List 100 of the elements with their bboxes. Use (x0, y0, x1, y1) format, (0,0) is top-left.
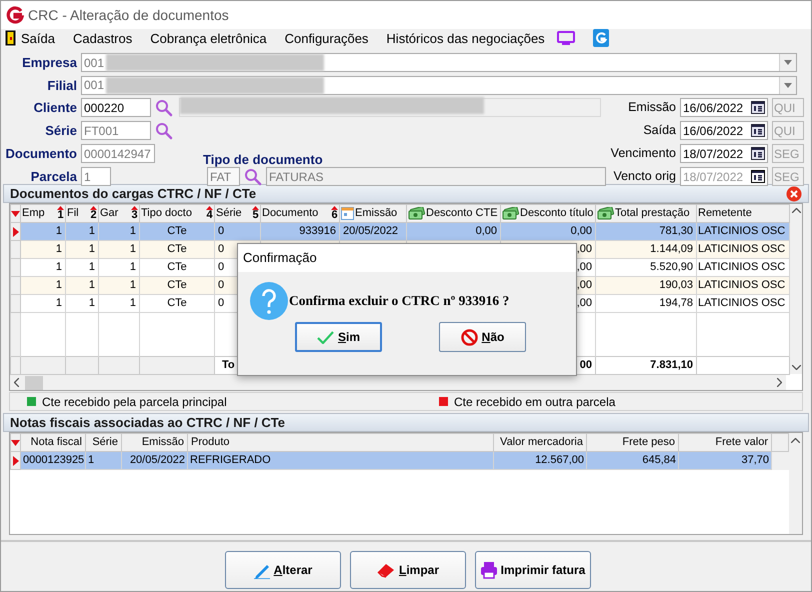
vertical-scrollbar[interactable] (789, 433, 802, 534)
eraser-icon (376, 562, 396, 578)
dialog-button[interactable]: Não (439, 322, 526, 352)
row-header-cell[interactable] (10, 222, 20, 240)
sort-number: 5 (252, 210, 259, 221)
sort-menu-icon (11, 440, 20, 446)
money-icon (502, 207, 519, 220)
header-label: Fil (67, 206, 79, 222)
caret-icon (784, 82, 792, 88)
input-field[interactable]: FAT (207, 167, 240, 186)
vertical-scrollbar[interactable] (790, 204, 802, 374)
header-label: Desconto título (520, 206, 594, 222)
row-header-cell[interactable] (10, 258, 20, 276)
menu-item[interactable]: Configurações (284, 32, 368, 44)
date-field[interactable]: 16/06/2022 (680, 98, 768, 117)
weekday-field: QUI (772, 121, 804, 140)
row-header-cell[interactable] (10, 294, 20, 312)
dropdown-field[interactable]: 001 (81, 53, 797, 72)
horizontal-scrollbar[interactable] (10, 375, 786, 390)
dialog-button[interactable]: Sim (295, 322, 382, 352)
column-header[interactable]: Emissão (340, 204, 406, 222)
row-marker-icon (12, 456, 18, 466)
question-icon (250, 282, 288, 320)
close-button[interactable] (786, 186, 802, 202)
header-label: Emp (22, 206, 45, 222)
field-label: Série (44, 122, 77, 140)
field-label: Filial (46, 76, 77, 94)
dropdown-button[interactable] (779, 54, 796, 72)
sort-number: 4 (206, 210, 213, 221)
field-label: Empresa (21, 54, 77, 72)
scroll-up-icon (791, 438, 800, 443)
column-header[interactable]: Série 5 (214, 204, 260, 222)
panel-title: Notas fiscais associadas ao CTRC / NF / CTe (10, 414, 286, 432)
column-header[interactable]: Total prestação (596, 204, 696, 222)
total-cell: 7.831,10 (650, 359, 693, 372)
sort-arrow-icon (206, 206, 213, 210)
dropdown-field[interactable]: 001 (81, 76, 797, 95)
menu-item[interactable]: Cadastros (72, 32, 132, 44)
calendar-icon (751, 170, 765, 183)
column-header[interactable]: Frete peso (586, 434, 678, 452)
column-header[interactable]: Documento 6 (260, 204, 340, 222)
menu-item[interactable]: Saída (5, 30, 55, 46)
column-header[interactable]: Desconto CTE (406, 204, 500, 222)
action-button[interactable]: Imprimir fatura (474, 551, 590, 589)
window-title: CRC - Alteração de documentos (28, 6, 229, 25)
header-label: Desconto CTE (426, 206, 498, 222)
table-cell: 194,78 (596, 294, 696, 312)
column-header[interactable]: Gar 3 (98, 204, 140, 222)
field-label: Emissão (627, 99, 676, 116)
date-field[interactable]: 16/06/2022 (680, 121, 768, 140)
row-header-cell[interactable] (10, 240, 20, 258)
column-header[interactable]: Valor mercadoria (494, 434, 586, 452)
column-header[interactable]: Produto (188, 434, 494, 452)
sort-number: 3 (131, 210, 138, 221)
table-cell: 20/05/2022 (122, 452, 188, 470)
menu-item[interactable]: Cobrança eletrônica (150, 32, 267, 44)
calendar-icon (751, 147, 765, 160)
total-label: To (222, 359, 235, 372)
sort-arrow-icon (90, 206, 97, 210)
row-header-cell[interactable] (10, 276, 20, 294)
table-row[interactable]: 0000123925 1 20/05/2022 REFRIGERADO 12.567,00 645,84 37,70 (10, 452, 788, 470)
scroll-down-icon (792, 365, 800, 370)
calendar-icon (751, 101, 765, 114)
column-header[interactable]: Tipo docto 4 (140, 204, 214, 222)
input-field[interactable]: FATURAS (266, 167, 606, 186)
legend-label: Cte recebido em outra parcela (454, 394, 616, 410)
sort-number: 2 (90, 210, 97, 221)
field-label: Vencimento (610, 145, 676, 162)
scrollbar-thumb[interactable] (25, 376, 43, 390)
field-label: Saída (642, 122, 676, 140)
column-header[interactable]: Emp 1 (20, 204, 66, 222)
header-label: Gar (100, 206, 118, 222)
column-header[interactable] (10, 204, 20, 222)
column-header[interactable]: Série (86, 434, 122, 452)
date-field[interactable]: 18/07/2022 (680, 144, 768, 163)
total-cell: 00 (580, 359, 592, 372)
column-header[interactable]: Frete valor (678, 434, 772, 452)
column-header[interactable]: Fil 2 (66, 204, 98, 222)
column-header[interactable]: Emissão (122, 434, 188, 452)
column-header[interactable]: Desconto título (500, 204, 596, 222)
field-label: Tipo de documento (203, 153, 323, 166)
column-header[interactable] (10, 434, 20, 452)
field-label: Cliente (32, 98, 77, 117)
weekday-field: SEG (772, 167, 804, 186)
action-button[interactable]: Alterar (224, 551, 340, 589)
sort-arrow-icon (131, 206, 138, 210)
scroll-right-icon (777, 378, 782, 387)
column-header[interactable]: Nota fiscal (20, 434, 86, 452)
field-label: Vencto orig (612, 168, 676, 186)
table-row[interactable]: 1 1 1 CTe 0 933916 20/05/2022 0,00 0,00 781,30 LATICINIOS OSC (10, 222, 790, 240)
column-header[interactable]: Remetente (696, 204, 790, 222)
menu-item[interactable]: Históricos das negociações (386, 32, 545, 44)
caret-icon (784, 60, 792, 66)
sort-number: 6 (331, 210, 338, 221)
legend-label: Cte recebido pela parcela principal (42, 394, 227, 410)
search-icon (155, 122, 173, 140)
action-button[interactable]: Limpar (350, 551, 466, 589)
input-field[interactable]: 000220 (81, 98, 151, 117)
row-header-cell[interactable] (10, 452, 20, 470)
dropdown-button[interactable] (779, 76, 796, 94)
